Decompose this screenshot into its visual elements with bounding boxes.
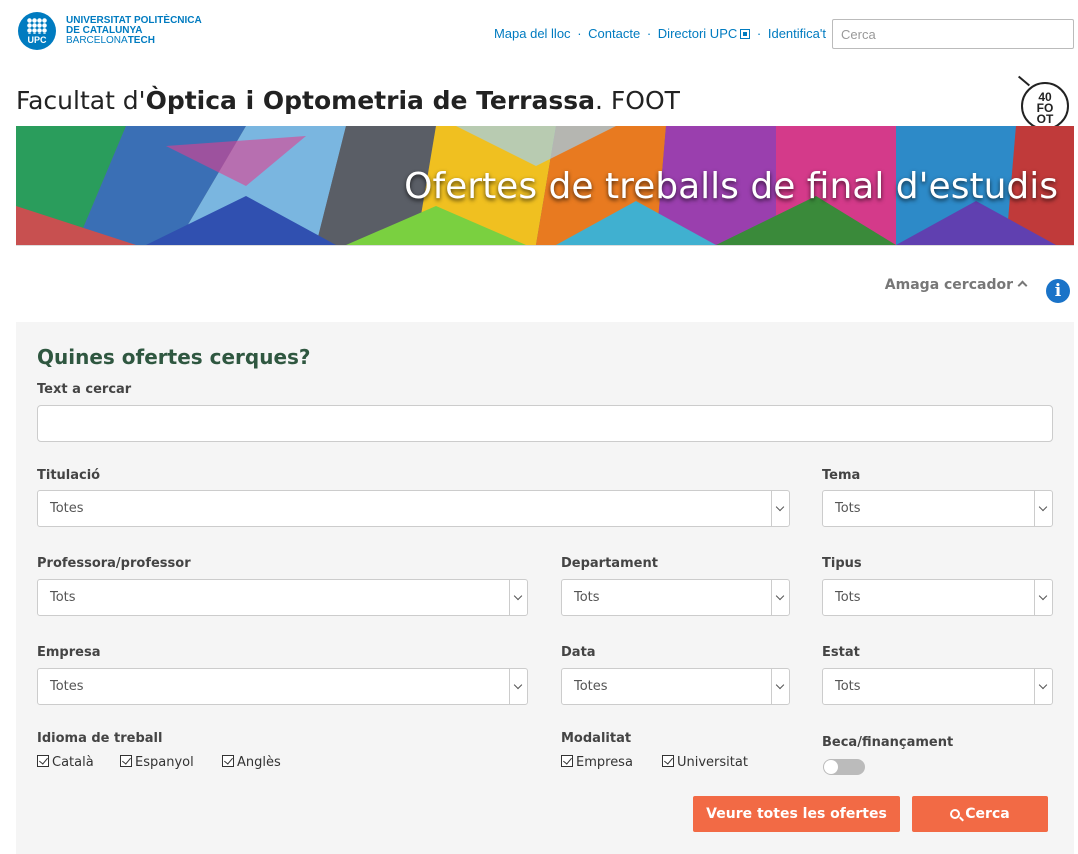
type-select[interactable]: Tots (822, 579, 1053, 616)
checkbox-espanyol[interactable]: Espanyol (120, 755, 194, 770)
chevron-down-icon (771, 669, 789, 704)
chevron-up-icon (1017, 280, 1028, 291)
search-input[interactable] (832, 19, 1074, 49)
hero-banner: Ofertes de treballs de final d'estudis (16, 126, 1074, 245)
contact-link[interactable]: Contacte (588, 26, 640, 41)
upc-logo[interactable]: UPC UNIVERSITAT POLITÈCNICA DE CATALUNYA… (18, 12, 202, 50)
page-title: Facultat d'Òptica i Optometria de Terras… (16, 86, 680, 115)
chevron-down-icon (771, 491, 789, 526)
checked-box-icon (37, 755, 49, 767)
checkbox-universitat[interactable]: Universitat (662, 755, 748, 770)
checkbox-angles[interactable]: Anglès (222, 755, 281, 770)
anniversary-badge: 40 FO OT (1017, 75, 1069, 130)
upc-logo-icon: UPC (18, 12, 56, 50)
search-button[interactable]: Cerca (912, 796, 1048, 832)
company-select[interactable]: Totes (37, 668, 528, 705)
text-search-input[interactable] (37, 405, 1053, 442)
banner-title: Ofertes de treballs de final d'estudis (404, 166, 1058, 207)
search-icon (950, 809, 961, 819)
checked-box-icon (662, 755, 674, 767)
department-select[interactable]: Tots (561, 579, 790, 616)
site-map-link[interactable]: Mapa del lloc (494, 26, 571, 41)
scholarship-toggle[interactable] (823, 759, 865, 775)
date-select[interactable]: Totes (561, 668, 790, 705)
view-all-offers-button[interactable]: Veure totes les ofertes (693, 796, 900, 832)
chevron-down-icon (509, 580, 527, 615)
directory-link[interactable]: Directori UPC (658, 26, 737, 41)
external-link-icon (740, 29, 751, 39)
hide-search-toggle[interactable]: Amaga cercador (885, 277, 1028, 293)
login-link[interactable]: Identifica't (768, 26, 826, 41)
chevron-down-icon (1034, 491, 1052, 526)
checkbox-empresa[interactable]: Empresa (561, 755, 633, 770)
chevron-down-icon (1034, 669, 1052, 704)
topic-select[interactable]: Tots (822, 490, 1053, 527)
top-links: Mapa del lloc · Contacte · Directori UPC… (493, 26, 826, 41)
chevron-down-icon (1034, 580, 1052, 615)
checked-box-icon (120, 755, 132, 767)
text-search-label: Text a cercar (37, 382, 132, 397)
checkbox-catala[interactable]: Català (37, 755, 94, 770)
professor-select[interactable]: Tots (37, 579, 528, 616)
checked-box-icon (222, 755, 234, 767)
degree-select[interactable]: Totes (37, 490, 790, 527)
info-icon[interactable]: i (1046, 279, 1070, 303)
upc-logo-text: UNIVERSITAT POLITÈCNICA DE CATALUNYA BAR… (66, 15, 202, 46)
chevron-down-icon (509, 669, 527, 704)
form-heading: Quines ofertes cerques? (37, 345, 311, 369)
status-select[interactable]: Tots (822, 668, 1053, 705)
checked-box-icon (561, 755, 573, 767)
chevron-down-icon (771, 580, 789, 615)
search-panel: Quines ofertes cerques? Text a cercar Ti… (16, 322, 1074, 854)
